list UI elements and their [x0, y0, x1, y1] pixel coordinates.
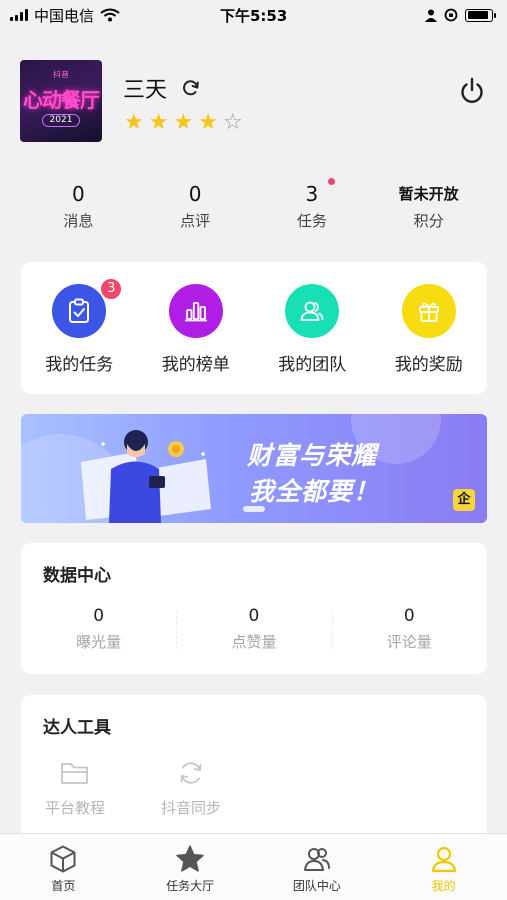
- banner-title: 财富与荣耀: [247, 441, 378, 470]
- status-bar: 中国电信 下午5:53: [0, 0, 507, 30]
- tab-label: 我的: [431, 879, 456, 893]
- quick-menu: 3 我的任务 我的榜单 我的团队 我的奖励: [21, 262, 487, 394]
- stat-value: 0: [72, 182, 85, 206]
- tab-team-center[interactable]: 团队中心: [254, 834, 381, 900]
- stat-points[interactable]: 暂未开放 积分: [370, 180, 487, 240]
- star-icon: [176, 845, 204, 872]
- team-icon: [300, 301, 324, 321]
- avatar-logo-text: 心动餐厅: [23, 88, 100, 112]
- menu-my-rewards[interactable]: 我的奖励: [371, 284, 488, 394]
- signal-icon: [10, 9, 28, 21]
- sync-icon: [180, 762, 202, 784]
- task-count-badge: 3: [100, 278, 123, 300]
- tab-label: 团队中心: [292, 879, 341, 893]
- banner-indicator: [243, 506, 265, 512]
- tab-mine[interactable]: 我的: [380, 834, 507, 900]
- clock: 下午5:53: [220, 6, 288, 25]
- data-value: 0: [93, 606, 105, 626]
- carrier-label: 中国电信: [34, 6, 95, 25]
- tool-douyin-sync[interactable]: 抖音同步: [159, 759, 223, 818]
- promo-banner[interactable]: 财富与荣耀 我全都要！ 企: [21, 414, 487, 523]
- stat-value: 暂未开放: [398, 185, 459, 203]
- menu-label: 我的团队: [278, 355, 347, 375]
- data-label: 曝光量: [76, 633, 122, 651]
- tab-home[interactable]: 首页: [0, 834, 127, 900]
- data-likes: 0 点赞量: [176, 605, 331, 652]
- data-exposure: 0 曝光量: [21, 605, 176, 652]
- menu-label: 我的奖励: [394, 355, 463, 375]
- banner-subtitle: 我全都要！: [249, 477, 380, 506]
- rotation-lock-icon: [444, 8, 458, 22]
- data-label: 点赞量: [231, 633, 277, 651]
- menu-my-rankings[interactable]: 我的榜单: [138, 284, 255, 394]
- person-icon: [425, 9, 437, 22]
- avatar-brand: 抖音: [53, 70, 69, 79]
- gift-icon: [418, 302, 439, 322]
- profile-header: 抖音 心动餐厅 2021 三天 ★ ★ ★ ★ ☆: [20, 60, 487, 142]
- user-icon: [431, 846, 456, 873]
- data-value: 0: [248, 606, 260, 626]
- stat-value: 3: [305, 182, 319, 206]
- user-name: 三天: [123, 78, 168, 103]
- menu-icon-circle: [52, 284, 107, 338]
- creator-tools-card: 达人工具 平台教程 抖音同步: [21, 695, 487, 845]
- stats-row: 0 消息 0 点评 3 任务 暂未开放 积分: [20, 178, 487, 240]
- star-empty-icon: ☆: [222, 110, 243, 135]
- stat-label: 点评: [180, 212, 211, 230]
- menu-label: 我的榜单: [161, 355, 230, 375]
- tool-label: 抖音同步: [160, 799, 221, 817]
- bar-chart-icon: [184, 302, 207, 322]
- tool-label: 平台教程: [44, 799, 105, 817]
- stat-label: 积分: [413, 212, 444, 230]
- battery-icon: [465, 8, 496, 22]
- data-value: 0: [403, 606, 415, 626]
- star-filled-icon: ★: [124, 110, 144, 135]
- stat-messages[interactable]: 0 消息: [20, 180, 137, 240]
- stat-tasks[interactable]: 3 任务: [254, 178, 371, 240]
- tab-label: 任务大厅: [166, 879, 215, 893]
- menu-icon-circle: [285, 284, 340, 338]
- bottom-tab-bar: 首页 任务大厅 团队中心 我的: [0, 833, 507, 900]
- menu-icon-circle: [168, 284, 223, 338]
- power-icon[interactable]: [457, 76, 487, 106]
- cube-icon: [50, 845, 76, 873]
- star-filled-icon: ★: [198, 110, 218, 135]
- stat-label: 任务: [296, 212, 327, 230]
- tab-task-hall[interactable]: 任务大厅: [127, 834, 254, 900]
- data-label: 评论量: [386, 633, 432, 651]
- banner-logo: 企: [453, 489, 475, 511]
- menu-label: 我的任务: [45, 355, 114, 375]
- card-title: 达人工具: [43, 718, 111, 738]
- banner-illustration: [81, 430, 211, 523]
- refresh-icon[interactable]: [181, 78, 201, 98]
- data-comments: 0 评论量: [331, 605, 487, 652]
- star-filled-icon: ★: [173, 110, 194, 135]
- menu-my-team[interactable]: 我的团队: [254, 284, 371, 394]
- tab-label: 首页: [51, 879, 76, 893]
- card-title: 数据中心: [43, 566, 111, 586]
- menu-icon-circle: [401, 284, 456, 338]
- stat-reviews[interactable]: 0 点评: [137, 180, 254, 240]
- star-filled-icon: ★: [148, 110, 169, 135]
- wifi-icon: [100, 8, 120, 22]
- stat-value: 0: [188, 182, 202, 206]
- menu-my-tasks[interactable]: 3 我的任务: [21, 278, 138, 394]
- star-rating: ★ ★ ★ ★ ☆: [124, 112, 243, 134]
- clipboard-check-icon: [69, 298, 90, 323]
- avatar[interactable]: 抖音 心动餐厅 2021: [20, 60, 102, 142]
- team-icon: [303, 848, 330, 871]
- stat-label: 消息: [63, 212, 94, 230]
- tool-platform-tutorial[interactable]: 平台教程: [43, 759, 107, 818]
- avatar-year: 2021: [42, 114, 80, 127]
- folder-icon: [61, 763, 88, 784]
- data-center-card: 数据中心 0 曝光量 0 点赞量 0 评论量: [21, 543, 487, 674]
